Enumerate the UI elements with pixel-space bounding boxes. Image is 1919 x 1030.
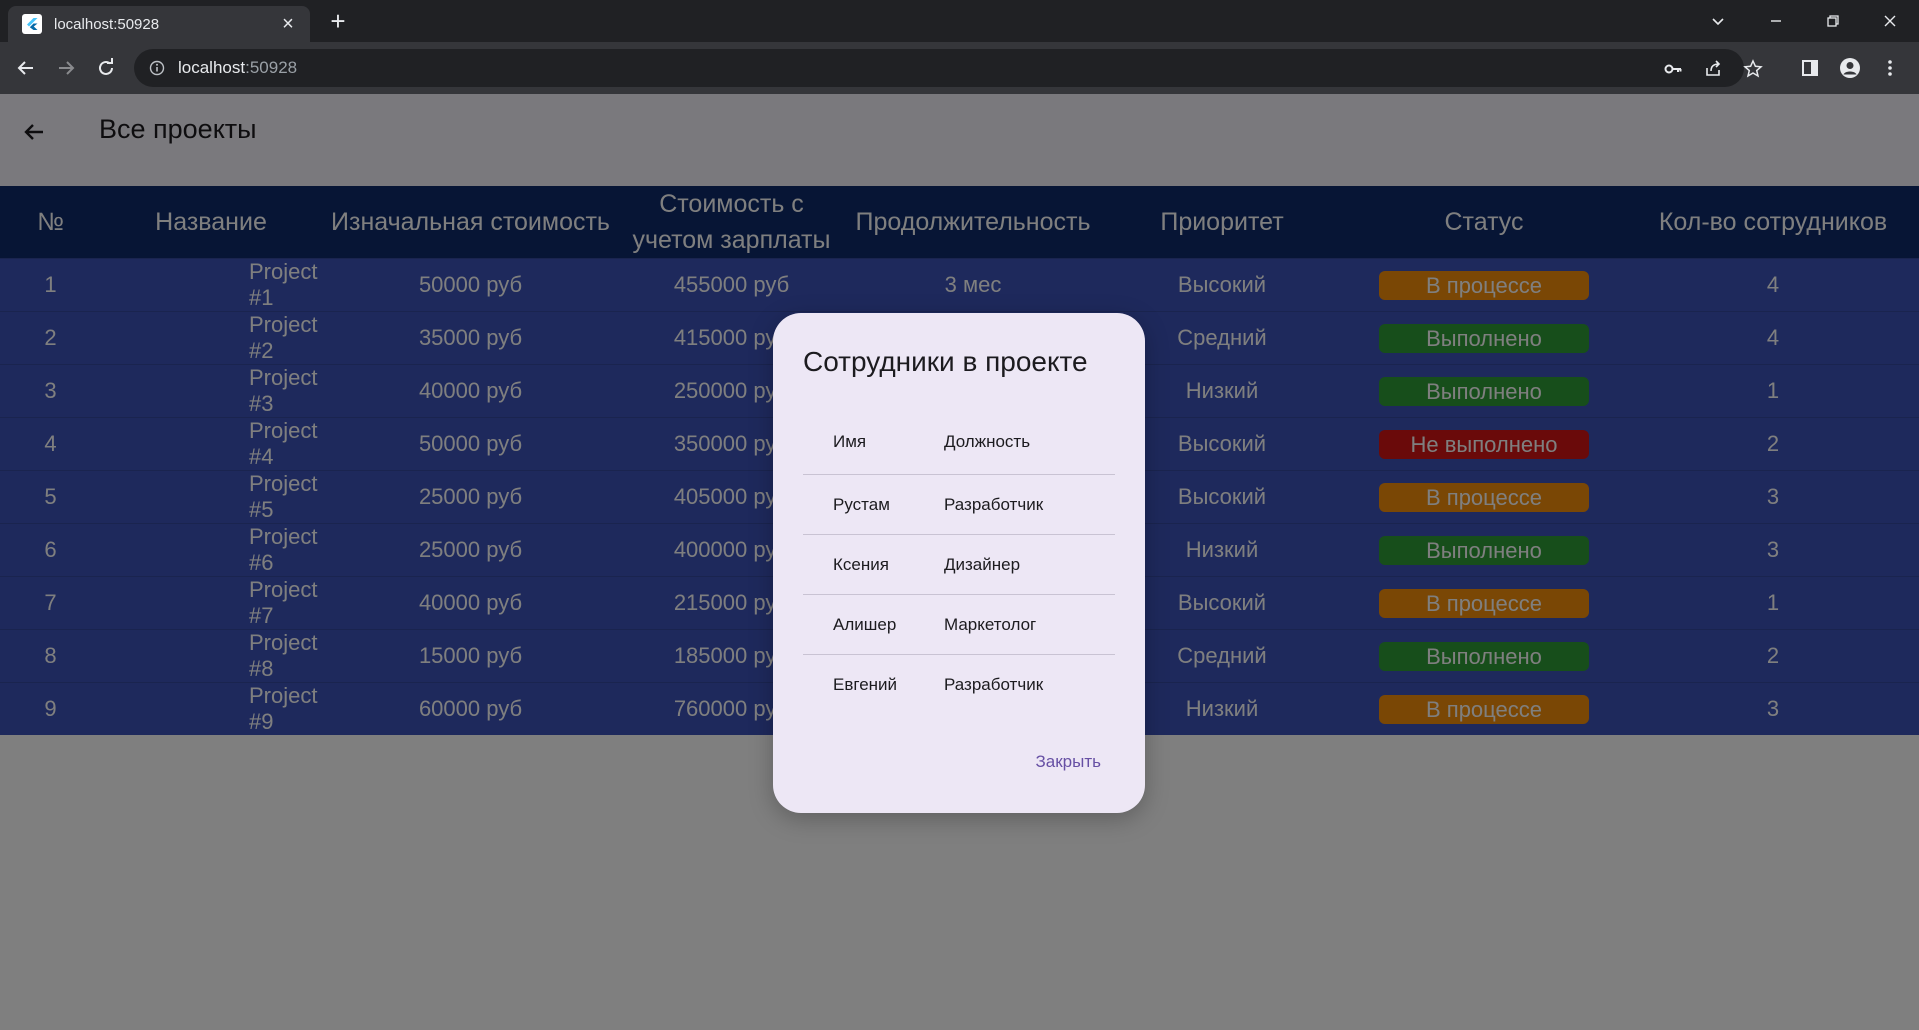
close-window-icon[interactable] — [1862, 0, 1918, 42]
employee-name: Алишер — [833, 614, 897, 634]
url-port: :50928 — [245, 58, 298, 77]
new-tab-icon[interactable]: + — [322, 6, 354, 38]
reload-icon[interactable] — [90, 52, 122, 84]
employee-row: Ксения Дизайнер — [803, 535, 1115, 595]
address-bar[interactable]: localhost:50928 — [134, 49, 1763, 87]
forward-icon[interactable] — [50, 52, 82, 84]
employee-row: Рустам Разработчик — [803, 475, 1115, 535]
share-icon[interactable] — [1702, 58, 1724, 80]
url-host: localhost — [178, 58, 246, 77]
employees-header-row: Имя Должность — [803, 409, 1115, 475]
flutter-favicon-icon — [22, 14, 42, 34]
profile-icon[interactable] — [1834, 52, 1866, 84]
minimize-icon[interactable] — [1748, 0, 1804, 42]
employee-role: Дизайнер — [944, 554, 1021, 574]
employee-row: Евгений Разработчик — [803, 655, 1115, 715]
tab-search-icon[interactable] — [1690, 0, 1746, 42]
back-icon[interactable] — [10, 52, 42, 84]
side-panel-icon[interactable] — [1794, 52, 1826, 84]
employees-table: Имя Должность Рустам Разработчик Ксения … — [803, 409, 1115, 715]
browser-tab-bar: localhost:50928 × + — [0, 0, 1919, 42]
employee-role: Маркетолог — [944, 614, 1037, 634]
column-name-header: Имя — [833, 431, 867, 451]
column-role-header: Должность — [944, 431, 1031, 451]
bookmark-star-icon[interactable] — [1742, 58, 1764, 80]
restore-icon[interactable] — [1805, 0, 1861, 42]
site-info-icon[interactable] — [148, 59, 166, 77]
key-icon[interactable] — [1662, 58, 1684, 80]
browser-toolbar: localhost:50928 — [0, 42, 1919, 94]
employee-role: Разработчик — [944, 494, 1044, 514]
employees-dialog: Сотрудники в проекте Имя Должность Руста… — [773, 313, 1145, 813]
employee-role: Разработчик — [944, 675, 1044, 694]
tab-title: localhost:50928 — [54, 15, 160, 33]
browser-tab[interactable]: localhost:50928 × — [8, 6, 310, 42]
employee-name: Рустам — [833, 494, 890, 514]
menu-kebab-icon[interactable] — [1874, 52, 1906, 84]
dialog-title: Сотрудники в проекте — [803, 346, 1088, 377]
employee-name: Евгений — [833, 675, 898, 694]
employee-row: Алишер Маркетолог — [803, 595, 1115, 655]
tab-close-icon[interactable]: × — [276, 13, 300, 36]
close-dialog-button[interactable]: Закрыть — [1036, 752, 1101, 772]
employee-name: Ксения — [833, 554, 889, 574]
